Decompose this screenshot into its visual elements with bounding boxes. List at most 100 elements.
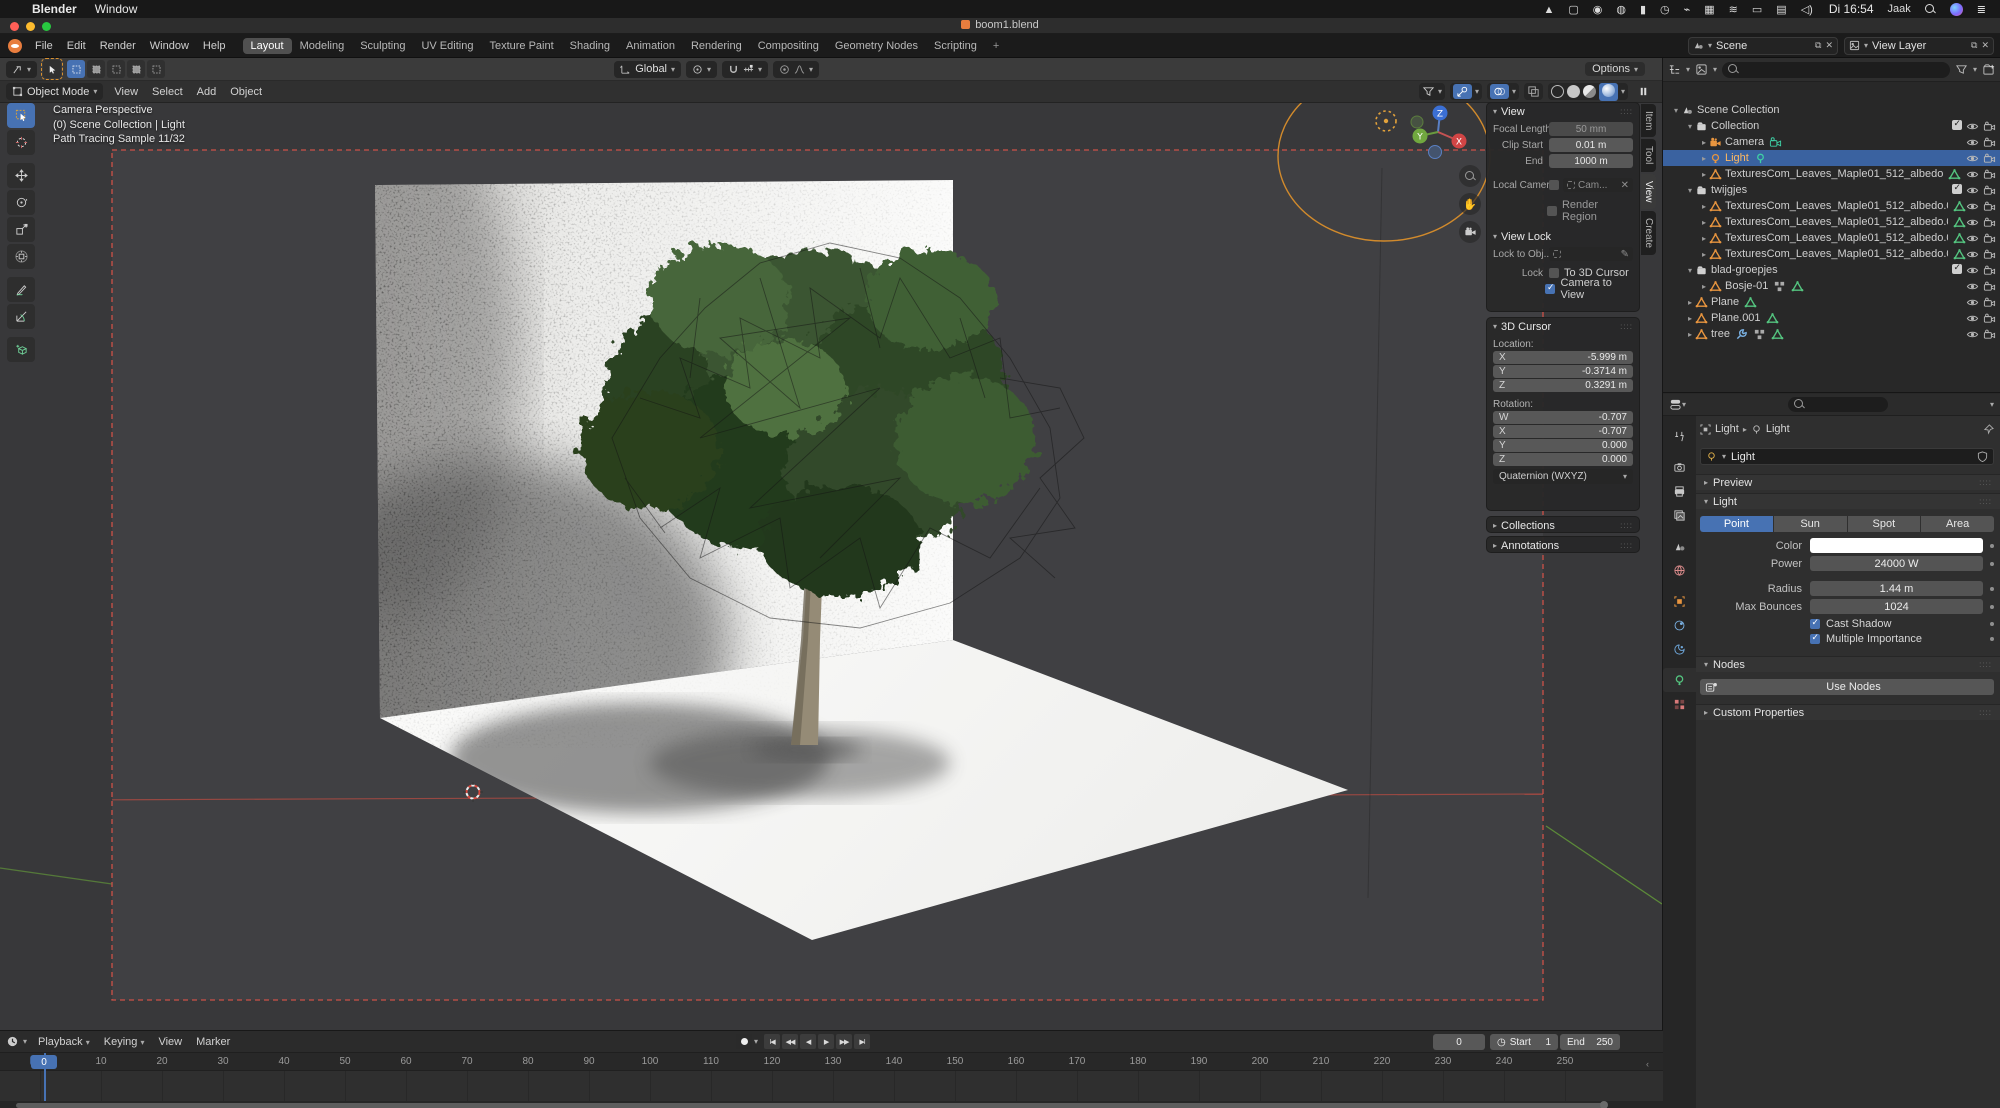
hide-eye-icon[interactable] — [1966, 216, 1979, 229]
properties-search-input[interactable] — [1788, 397, 1888, 412]
new-scene-icon[interactable]: ⧉ — [1815, 40, 1821, 51]
camera-visibility-icon[interactable] — [1983, 152, 1996, 165]
play-reverse-button[interactable]: ◀ — [800, 1034, 816, 1049]
play-button[interactable]: ▶ — [818, 1034, 834, 1049]
properties-tab-data[interactable] — [1663, 668, 1696, 692]
timeline-ruler[interactable]: 0102030405060708090100110120130140150160… — [0, 1053, 1663, 1071]
previous-keyframe-button[interactable]: ◀◀ — [782, 1034, 798, 1049]
wifi-icon[interactable]: ≋ — [1729, 4, 1738, 16]
properties-tab-constraints[interactable] — [1663, 613, 1696, 637]
outliner-row-texturescom-leaves-maple01-512-albedo-002[interactable]: ▸TexturesCom_Leaves_Maple01_512_albedo.0… — [1663, 214, 2000, 230]
properties-filter-dropdown[interactable]: ▾ — [1990, 400, 1994, 409]
next-keyframe-button[interactable]: ▶▶ — [836, 1034, 852, 1049]
volume-icon[interactable]: ◁) — [1801, 4, 1813, 16]
hide-eye-icon[interactable] — [1966, 120, 1979, 133]
tool-transform-button[interactable] — [7, 244, 35, 269]
outliner-row-texturescom-leaves-maple01-512-albedo[interactable]: ▸TexturesCom_Leaves_Maple01_512_albedo — [1663, 166, 2000, 182]
outliner-row-texturescom-leaves-maple01-512-albedo-006[interactable]: ▸TexturesCom_Leaves_Maple01_512_albedo.0… — [1663, 246, 2000, 262]
max-bounces-field[interactable]: 1024 — [1810, 599, 1983, 614]
cursor-rotation-z-slider[interactable]: Z0.000 — [1493, 453, 1633, 466]
properties-tab-physics[interactable] — [1663, 637, 1696, 661]
keyboard-icon[interactable]: ▦ — [1704, 4, 1714, 16]
n-panel-tab-create[interactable]: Create — [1641, 211, 1656, 255]
pause-render-button[interactable] — [1633, 83, 1653, 101]
shading-wireframe-icon[interactable] — [1551, 85, 1564, 98]
input-icon[interactable]: ▤ — [1776, 4, 1786, 16]
outliner-row-plane-001[interactable]: ▸Plane.001 — [1663, 310, 2000, 326]
tool-cursor-button[interactable] — [7, 130, 35, 155]
timeline-editor-icon[interactable] — [6, 1035, 19, 1048]
hide-eye-icon[interactable] — [1966, 232, 1979, 245]
n-panel-tab-item[interactable]: Item — [1641, 104, 1656, 137]
cursor-rotation-y-slider[interactable]: Y0.000 — [1493, 439, 1633, 452]
nodes-section-header[interactable]: ▾Nodes:::: — [1696, 656, 2000, 672]
filter-icon[interactable] — [1955, 63, 1968, 76]
proportional-editing-dropdown[interactable]: ▾ — [773, 61, 819, 78]
workspace-tab-sculpting[interactable]: Sculpting — [352, 38, 413, 54]
outliner-row-collection[interactable]: ▾Collection — [1663, 118, 2000, 134]
viewport-3d[interactable]: Z X Y ▾ Global▾ ▾ — [0, 58, 1663, 1030]
shading-solid-icon[interactable] — [1567, 85, 1580, 98]
select-mode-new-button[interactable] — [67, 60, 85, 78]
hide-eye-icon[interactable] — [1966, 328, 1979, 341]
cursor-location-y-slider[interactable]: Y-0.3714 m — [1493, 365, 1633, 378]
hide-eye-icon[interactable] — [1966, 168, 1979, 181]
hide-eye-icon[interactable] — [1966, 280, 1979, 293]
light-type-area-button[interactable]: Area — [1921, 516, 1994, 532]
new-collection-icon[interactable] — [1982, 63, 1995, 76]
macos-menu-window[interactable]: Window — [95, 2, 138, 16]
n-panel-tab-tool[interactable]: Tool — [1641, 139, 1656, 171]
spotlight-search-icon[interactable] — [1925, 4, 1936, 15]
properties-tab-object[interactable] — [1663, 589, 1696, 613]
select-mode-invert-button[interactable] — [127, 60, 145, 78]
hide-eye-icon[interactable] — [1966, 264, 1979, 277]
workspace-tab-modeling[interactable]: Modeling — [292, 38, 353, 54]
breadcrumb-object[interactable]: Light — [1715, 423, 1739, 435]
n-panel-annotations[interactable]: ▸Annotations:::: — [1486, 536, 1640, 553]
hide-eye-icon[interactable] — [1966, 200, 1979, 213]
color-swatch[interactable] — [1810, 538, 1983, 553]
camera-visibility-icon[interactable] — [1983, 248, 1996, 261]
current-frame-field[interactable]: 0 — [1433, 1034, 1485, 1050]
workspace-tab-rendering[interactable]: Rendering — [683, 38, 750, 54]
local-camera-checkbox[interactable] — [1549, 180, 1559, 190]
camera-visibility-icon[interactable] — [1983, 184, 1996, 197]
outliner-row-tree[interactable]: ▸tree — [1663, 326, 2000, 342]
tool-scale-button[interactable] — [7, 217, 35, 242]
view-layer-selector[interactable]: ▾ View Layer ⧉ ✕ — [1844, 37, 1994, 55]
workspace-tab-layout[interactable]: Layout — [243, 38, 292, 54]
select-mode-subtract-button[interactable] — [107, 60, 125, 78]
timeline-body[interactable] — [0, 1071, 1663, 1101]
editor-type-icon[interactable] — [1668, 63, 1681, 76]
custom-properties-header[interactable]: ▸Custom Properties:::: — [1696, 704, 2000, 720]
outliner-row-bosje-01[interactable]: ▸Bosje-01 — [1663, 278, 2000, 294]
properties-tab-output[interactable] — [1663, 479, 1696, 503]
viewport-menu-add[interactable]: Add — [190, 86, 224, 98]
cursor-location-z-slider[interactable]: Z0.3291 m — [1493, 379, 1633, 392]
eyedropper-icon[interactable]: ✎ — [1621, 249, 1629, 260]
remove-scene-icon[interactable]: ✕ — [1825, 40, 1833, 51]
camera-visibility-icon[interactable] — [1983, 136, 1996, 149]
zoom-view-button[interactable] — [1459, 165, 1481, 187]
snap-toggle[interactable]: ▾ — [722, 61, 768, 78]
hide-eye-icon[interactable] — [1966, 296, 1979, 309]
hide-eye-icon[interactable] — [1966, 312, 1979, 325]
light-name-field[interactable]: ▾ Light — [1700, 448, 1994, 465]
workspace-tab-uv-editing[interactable]: UV Editing — [413, 38, 481, 54]
object-type-visibility-dropdown[interactable]: ▾ — [1419, 83, 1445, 100]
topbar-menu-edit[interactable]: Edit — [60, 40, 93, 52]
assistant-icon[interactable]: ◍ — [1616, 4, 1626, 16]
cursor-panel-header[interactable]: ▾3D Cursor:::: — [1487, 318, 1639, 335]
menu-bar-clock[interactable]: Di 16:54 — [1829, 2, 1874, 16]
tool-annotate-button[interactable] — [7, 277, 35, 302]
siri-icon[interactable] — [1950, 3, 1963, 16]
camera-visibility-icon[interactable] — [1983, 312, 1996, 325]
radius-field[interactable]: 1.44 m — [1810, 581, 1983, 596]
camera-visibility-icon[interactable] — [1983, 296, 1996, 309]
bluetooth-icon[interactable]: ⌁ — [1684, 4, 1691, 16]
overlays-toggle[interactable]: ▾ — [1487, 83, 1519, 100]
animate-bounces-dot[interactable] — [1990, 605, 1994, 609]
camera-visibility-icon[interactable] — [1983, 120, 1996, 133]
focal-length-field[interactable]: 50 mm — [1549, 122, 1633, 136]
properties-tab-render[interactable] — [1663, 455, 1696, 479]
